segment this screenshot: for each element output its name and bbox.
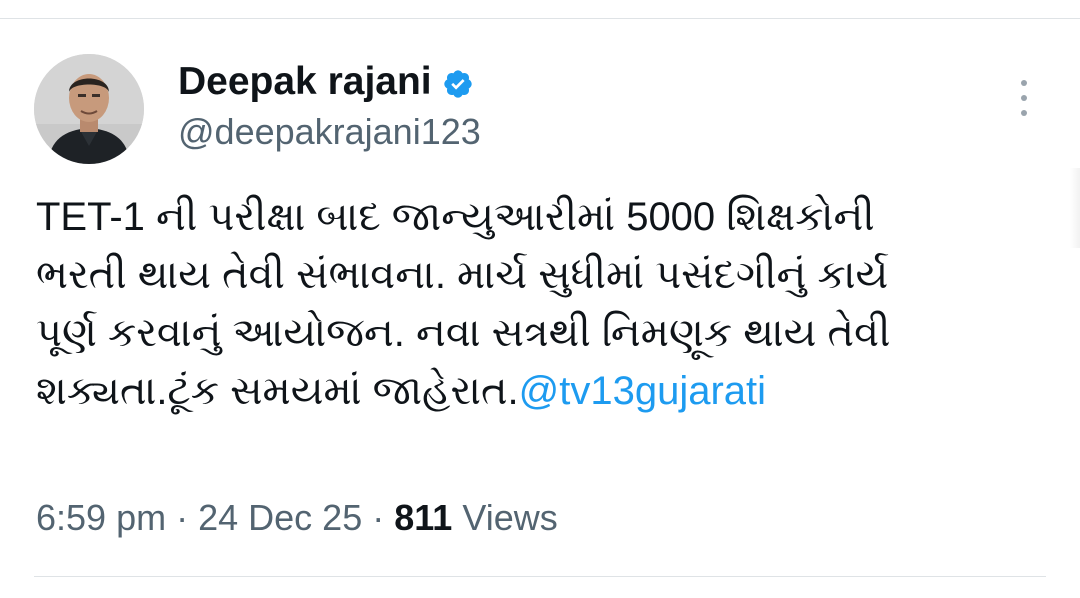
author-handle[interactable]: @deepakrajani123 <box>178 112 481 152</box>
author-display-name[interactable]: Deepak rajani <box>178 60 432 104</box>
tweet-text: TET-1 ની પરીક્ષા બાદ જાન્યુઆરીમાં 5000 શ… <box>36 188 1056 420</box>
tweet-line-last: શક્યતા.ટૂંક સમયમાં જાહેરાત.@tv13gujarati <box>36 362 1056 420</box>
tweet-line: પૂર્ણ કરવાનું આયોજન. નવા સત્રથી નિમણૂક થ… <box>36 311 891 355</box>
author-name-row[interactable]: Deepak rajani <box>178 60 474 104</box>
mention-link[interactable]: @tv13gujarati <box>519 369 766 413</box>
more-options-button[interactable] <box>1010 78 1038 118</box>
profile-photo <box>34 54 144 164</box>
verified-badge-icon[interactable] <box>442 66 474 98</box>
avatar[interactable] <box>34 54 144 164</box>
tweet-meta: 6:59 pm · 24 Dec 25 · 811 Views <box>36 496 558 540</box>
scroll-edge <box>1070 168 1080 248</box>
meta-separator: · <box>176 497 189 538</box>
bottom-divider <box>34 576 1046 577</box>
views-label[interactable]: Views <box>462 497 557 538</box>
more-dot-icon <box>1021 80 1027 86</box>
tweet-line-text: શક્યતા.ટૂંક સમયમાં જાહેરાત. <box>36 369 519 413</box>
tweet-line: TET-1 ની પરીક્ષા બાદ જાન્યુઆરીમાં 5000 શ… <box>36 195 875 239</box>
more-dot-icon <box>1021 110 1027 116</box>
more-dot-icon <box>1021 95 1027 101</box>
meta-separator: · <box>372 497 385 538</box>
tweet-line: ભરતી થાય તેવી સંભાવના. માર્ચ સુધીમાં પસં… <box>36 253 889 297</box>
tweet-time[interactable]: 6:59 pm <box>36 497 166 538</box>
top-divider <box>0 18 1080 19</box>
tweet-date[interactable]: 24 Dec 25 <box>198 497 362 538</box>
views-count[interactable]: 811 <box>394 497 452 538</box>
